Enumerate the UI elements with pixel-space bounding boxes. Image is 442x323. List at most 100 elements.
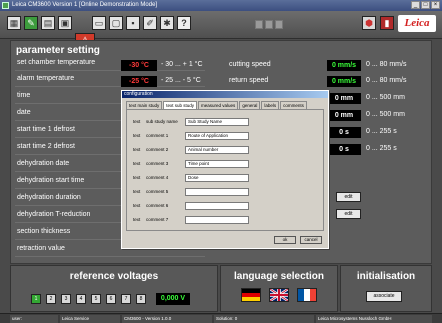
param-value-4[interactable]: 0 mm [327, 110, 361, 121]
tab-measured-values[interactable]: measured values [198, 101, 239, 109]
param-label: alarm temperature [17, 75, 75, 82]
associate-button[interactable]: associate [366, 291, 402, 302]
ok-button[interactable]: ok [274, 236, 296, 244]
field-row: text comment 6 [127, 202, 325, 211]
comment-7-input[interactable] [185, 216, 249, 224]
voltage-button-8[interactable]: 8 [136, 294, 146, 304]
edit-button[interactable]: edit [336, 192, 361, 202]
tools-icon[interactable]: ✱ [160, 16, 174, 30]
comment-4-input[interactable]: Dose [185, 174, 249, 182]
book-icon[interactable]: ▮ [380, 16, 394, 30]
voltage-button-1[interactable]: 1 [31, 294, 41, 304]
maximize-button[interactable]: □ [421, 1, 430, 9]
german-flag-icon[interactable] [241, 288, 261, 302]
exit-icon[interactable]: ⬢ [362, 16, 376, 30]
voltage-button-2[interactable]: 2 [46, 294, 56, 304]
param-label: start time 1 defrost [17, 126, 75, 133]
param-range-5: 0 ... 255 s [366, 128, 397, 135]
tab-sub-study[interactable]: text sub study [163, 101, 198, 109]
param-label: dehydration duration [17, 194, 81, 201]
voltage-button-6[interactable]: 6 [106, 294, 116, 304]
return-speed-range: 0 ... 80 mm/s [366, 77, 407, 84]
pen-icon[interactable]: ✎ [24, 16, 38, 30]
status-user-name: Leica Service [60, 315, 120, 323]
title-bar: Leica CM3600 Version 1 [Online Demonstra… [0, 0, 442, 11]
tab-comments[interactable]: comments [280, 101, 307, 109]
uk-flag-icon[interactable] [269, 288, 289, 302]
status-user-label: user: [10, 315, 58, 323]
help-icon[interactable]: ? [177, 16, 191, 30]
comment-5-input[interactable] [185, 188, 249, 196]
field-row: text comment 7 [127, 216, 325, 225]
tab-labels[interactable]: labels [261, 101, 280, 109]
configuration-dialog: configuration text main study text sub s… [121, 90, 329, 249]
field-prefix: text [133, 217, 141, 222]
tab-content: text sub study name Sub Study Name text … [126, 109, 324, 231]
cancel-button[interactable]: cancel [300, 236, 322, 244]
param-value-5[interactable]: 0 s [327, 127, 361, 138]
alarm-temp-range: - 25 ... - 5 °C [161, 77, 201, 84]
field-row: text comment 5 [127, 188, 325, 197]
close-button[interactable]: × [431, 1, 440, 9]
param-value-6[interactable]: 0 s [327, 144, 361, 155]
window-controls: _ □ × [411, 1, 440, 9]
indicator-1-icon [255, 20, 263, 29]
app-icon [2, 2, 9, 9]
field-prefix: text [133, 175, 141, 180]
comment-2-input[interactable]: Animal number [185, 146, 249, 154]
dialog-title: configuration [122, 91, 328, 98]
param-label: dehydration date [17, 160, 70, 167]
voltage-readout: 0,000 V [156, 293, 190, 305]
initialisation-title: initialisation [356, 271, 416, 282]
monitor-icon[interactable]: ▢ [109, 16, 123, 30]
param-label: time [17, 92, 31, 99]
chamber-temp-value[interactable]: -30 °C [121, 60, 157, 71]
cutting-speed-range: 0 ... 80 mm/s [366, 61, 407, 68]
sample-icon[interactable]: ▣ [58, 16, 72, 30]
field-label: comment 7 [146, 217, 169, 222]
comment-6-input[interactable] [185, 202, 249, 210]
param-range-3: 0 ... 500 mm [366, 94, 405, 101]
reference-voltages-title: reference voltages [69, 271, 159, 282]
param-range-4: 0 ... 500 mm [366, 111, 405, 118]
voltage-button-5[interactable]: 5 [91, 294, 101, 304]
field-row: text comment 3 Time point [127, 160, 325, 169]
return-speed-value[interactable]: 0 mm/s [327, 76, 361, 87]
tab-general[interactable]: general [239, 101, 261, 109]
field-row: text comment 4 Dose [127, 174, 325, 183]
field-label: comment 6 [146, 203, 169, 208]
param-label: start time 2 defrost [17, 143, 75, 150]
field-label: comment 5 [146, 189, 169, 194]
pencil-icon[interactable]: ✐ [143, 16, 157, 30]
voltage-button-3[interactable]: 3 [61, 294, 71, 304]
panel-heading: parameter setting [16, 45, 100, 56]
voltage-button-7[interactable]: 7 [121, 294, 131, 304]
cutting-speed-label: cutting speed [229, 61, 271, 68]
window-title: Leica CM3600 Version 1 [Online Demonstra… [12, 2, 158, 8]
comment-3-input[interactable]: Time point [185, 160, 249, 168]
minimize-button[interactable]: _ [411, 1, 420, 9]
field-prefix: text [133, 119, 141, 124]
edit-button[interactable]: edit [336, 209, 361, 219]
param-value-3[interactable]: 0 mm [327, 93, 361, 104]
field-label: comment 2 [146, 147, 169, 152]
cutting-speed-value[interactable]: 0 mm/s [327, 60, 361, 71]
language-selection-title: language selection [233, 271, 325, 282]
return-speed-label: return speed [229, 77, 269, 84]
comment-1-input[interactable]: Route of Application [185, 132, 249, 140]
printer-icon[interactable]: ▭ [92, 16, 106, 30]
field-label: sub study name [146, 119, 178, 124]
param-label: section thickness [17, 228, 71, 235]
status-version: CM3600 - Version 1.0.0 [122, 315, 212, 323]
chamber-temp-range: - 30 ... + 1 °C [161, 61, 203, 68]
tab-main-study[interactable]: text main study [126, 101, 163, 109]
field-prefix: text [133, 147, 141, 152]
french-flag-icon[interactable] [297, 288, 317, 302]
voltage-button-4[interactable]: 4 [76, 294, 86, 304]
alarm-temp-value[interactable]: -25 °C [121, 76, 157, 87]
save-icon[interactable]: ▪ [126, 16, 140, 30]
chart-icon[interactable]: ▤ [41, 16, 55, 30]
sub-study-name-input[interactable]: Sub Study Name [185, 118, 249, 126]
display-icon[interactable]: ▦ [7, 16, 21, 30]
leica-logo: Leica [398, 15, 436, 32]
